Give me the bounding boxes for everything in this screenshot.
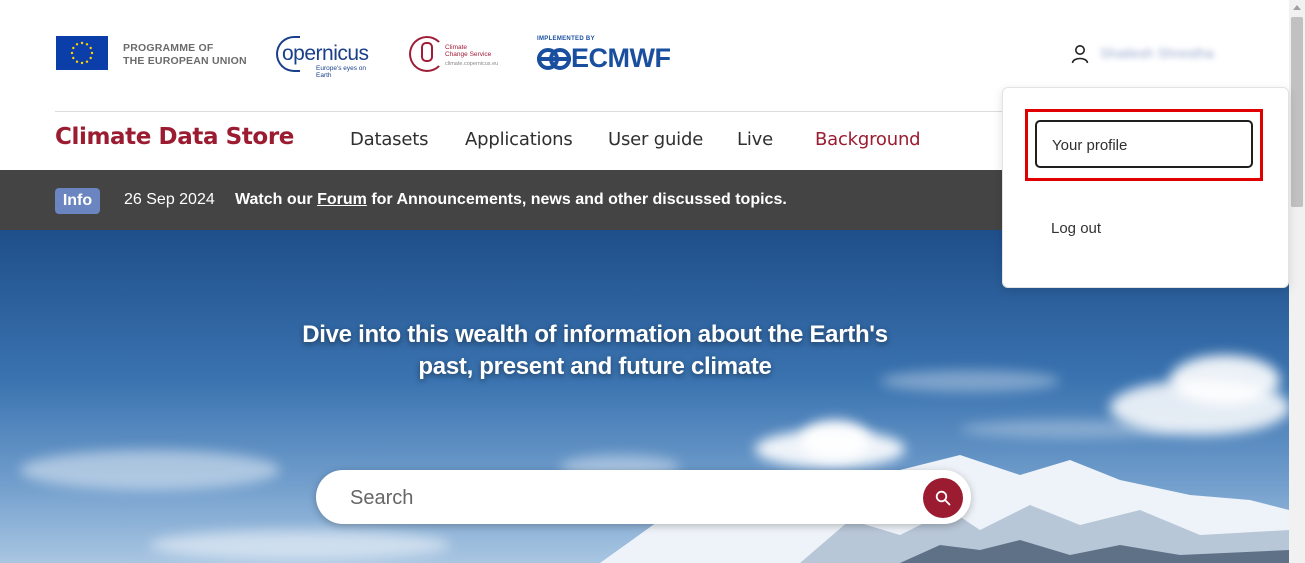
site-title[interactable]: Climate Data Store — [55, 124, 294, 150]
user-icon[interactable] — [1071, 44, 1089, 64]
nav-user-guide[interactable]: User guide — [608, 129, 703, 150]
your-profile-label: Your profile — [1052, 137, 1128, 154]
hero-title: Dive into this wealth of information abo… — [302, 321, 888, 380]
search-icon — [935, 490, 951, 506]
scroll-up-arrow-icon[interactable] — [1293, 5, 1301, 10]
info-date: 26 Sep 2024 — [124, 191, 215, 208]
nav-background[interactable]: Background — [815, 129, 921, 150]
page-scrollbar[interactable] — [1289, 0, 1305, 563]
user-menu-dropdown: Your profile Log out — [1002, 87, 1289, 288]
ecmwf-logo[interactable]: IMPLEMENTED BY ECMWF — [537, 36, 671, 74]
nav-datasets[interactable]: Datasets — [350, 129, 428, 150]
forum-link[interactable]: Forum — [317, 191, 367, 208]
eu-flag-logo — [56, 36, 108, 70]
info-message: Watch our Forum for Announcements, news … — [235, 191, 787, 208]
info-badge: Info — [55, 188, 100, 214]
c3s-logo[interactable]: Climate Change Service climate.copernicus… — [409, 34, 509, 74]
search-input[interactable] — [348, 482, 912, 514]
your-profile-menu-item[interactable]: Your profile — [1035, 120, 1253, 168]
search-button[interactable] — [923, 478, 963, 518]
nav-live[interactable]: Live — [737, 129, 773, 150]
search-box — [316, 470, 971, 524]
log-out-menu-item[interactable]: Log out — [1051, 220, 1101, 237]
user-name[interactable]: Shailesh Shrestha — [1100, 45, 1228, 63]
nav-applications[interactable]: Applications — [465, 129, 573, 150]
eu-programme-text: PROGRAMME OF THE EUROPEAN UNION — [123, 42, 247, 67]
scrollbar-thumb[interactable] — [1291, 17, 1303, 207]
copernicus-logo[interactable]: opernicus Europe's eyes on Earth — [276, 34, 376, 79]
ecmwf-mark-icon — [537, 47, 571, 70]
